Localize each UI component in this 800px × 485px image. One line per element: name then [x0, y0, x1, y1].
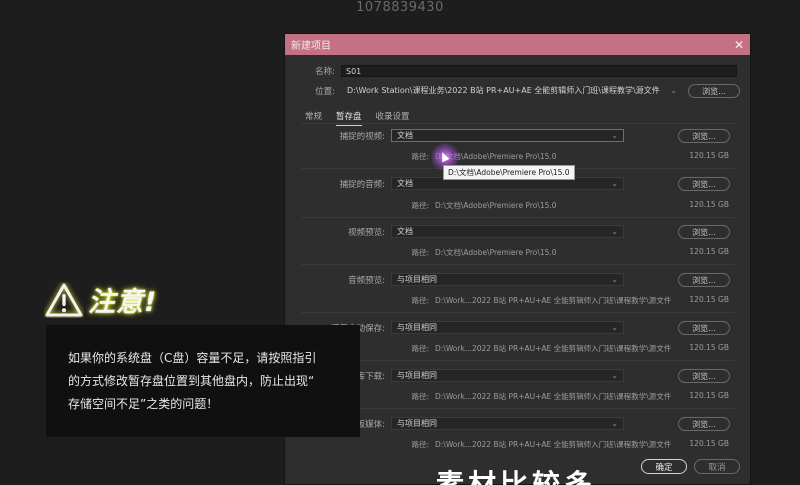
path-value: D:\Work...2022 B站 PR+AU+AE 全能剪辑师入门班\课程教学…: [435, 296, 672, 305]
notice-line: 存储空间不足”之类的问题！: [68, 397, 219, 411]
browse-button[interactable]: 浏览...: [678, 417, 730, 431]
scratch-dropdown[interactable]: 与项目相同 ⌄: [391, 417, 624, 430]
notice-box: 如果你的系统盘（C盘）容量不足，请按照指引 的方式修改暂存盘位置到其他盘内，防止…: [46, 325, 360, 437]
scratch-row-audio-previews: 音频预览: 与项目相同 ⌄: [285, 273, 624, 286]
row-divider: [301, 217, 734, 218]
chevron-down-icon: ⌄: [611, 371, 618, 380]
row-divider: [301, 264, 734, 265]
scratch-label: 捕捉的音频:: [339, 179, 385, 190]
close-icon[interactable]: ✕: [734, 39, 744, 51]
tab-divider: [301, 123, 734, 124]
chevron-down-icon: ⌄: [611, 419, 618, 428]
scratch-dropdown[interactable]: 与项目相同 ⌄: [391, 369, 624, 382]
scratch-dropdown[interactable]: 与项目相同 ⌄: [391, 273, 624, 286]
cancel-button[interactable]: 取消: [694, 459, 740, 474]
path-label: 路径:: [411, 440, 429, 449]
path-label: 路径:: [411, 392, 429, 401]
scratch-path: 路径: D:\Work...2022 B站 PR+AU+AE 全能剪辑师入门班\…: [393, 439, 671, 450]
browse-button[interactable]: 浏览...: [678, 369, 730, 383]
scratch-path: 路径: D:\Work...2022 B站 PR+AU+AE 全能剪辑师入门班\…: [393, 343, 671, 354]
scratch-value: 与项目相同: [397, 419, 437, 428]
scratch-value: 与项目相同: [397, 275, 437, 284]
scratch-path: 路径: D:\文档\Adobe\Premiere Pro\15.0: [393, 247, 557, 258]
location-row: 位置: D:\Work Station\课程业务\2022 B站 PR+AU+A…: [295, 84, 683, 97]
path-label: 路径:: [411, 248, 429, 257]
chevron-down-icon: ⌄: [670, 86, 677, 95]
scratch-row-captured-video: 捕捉的视频: 文档 ⌄: [285, 129, 624, 142]
watermark-id: 1078839430: [356, 0, 444, 15]
warning-title: 注意!: [88, 287, 158, 318]
warning-header: 注意!: [44, 280, 157, 319]
scratch-dropdown[interactable]: 文档 ⌄: [391, 225, 624, 238]
free-space: 120.15 GB: [689, 439, 729, 448]
scratch-dropdown[interactable]: 与项目相同 ⌄: [391, 321, 624, 334]
free-space: 120.15 GB: [689, 391, 729, 400]
scratch-value: 文档: [397, 227, 413, 236]
video-subtitle: 素材比较多: [436, 468, 597, 485]
chevron-down-icon: ⌄: [611, 275, 618, 284]
name-label: 名称:: [315, 67, 335, 77]
ok-button[interactable]: 确定: [641, 459, 687, 474]
path-value: D:\文档\Adobe\Premiere Pro\15.0: [435, 248, 557, 257]
location-label: 位置:: [315, 86, 335, 97]
path-tooltip: D:\文档\Adobe\Premiere Pro\15.0: [443, 165, 575, 180]
browse-button[interactable]: 浏览...: [678, 321, 730, 335]
location-dropdown[interactable]: D:\Work Station\课程业务\2022 B站 PR+AU+AE 全能…: [341, 84, 683, 97]
path-value: D:\文档\Adobe\Premiere Pro\15.0: [435, 201, 557, 210]
chevron-down-icon: ⌄: [611, 131, 618, 140]
chevron-down-icon: ⌄: [611, 179, 618, 188]
dialog-titlebar: 新建项目 ✕: [285, 34, 750, 55]
location-value: D:\Work Station\课程业务\2022 B站 PR+AU+AE 全能…: [347, 86, 660, 95]
scratch-path: 路径: D:\文档\Adobe\Premiere Pro\15.0: [393, 151, 556, 162]
browse-button[interactable]: 浏览...: [678, 177, 730, 191]
path-label: 路径:: [411, 344, 429, 353]
free-space: 120.15 GB: [689, 151, 729, 160]
scratch-value: 与项目相同: [397, 323, 437, 332]
path-label: 路径:: [411, 201, 429, 210]
scratch-value: 与项目相同: [397, 371, 437, 380]
scratch-path: 路径: D:\Work...2022 B站 PR+AU+AE 全能剪辑师入门班\…: [393, 295, 671, 306]
scratch-dropdown[interactable]: 文档 ⌄: [391, 129, 624, 142]
chevron-down-icon: ⌄: [611, 323, 618, 332]
dialog-title: 新建项目: [291, 41, 331, 52]
notice-line: 如果你的系统盘（C盘）容量不足，请按照指引: [68, 351, 317, 365]
row-divider: [301, 360, 734, 361]
path-label: 路径:: [411, 152, 429, 161]
scratch-value: 文档: [397, 131, 413, 140]
scratch-label: 音频预览:: [348, 275, 385, 286]
notice-line: 的方式修改暂存盘位置到其他盘内，防止出现“: [68, 374, 315, 388]
row-divider: [301, 408, 734, 409]
row-divider: [301, 312, 734, 313]
scratch-label: 视频预览:: [348, 227, 385, 238]
path-value: D:\Work...2022 B站 PR+AU+AE 全能剪辑师入门班\课程教学…: [435, 440, 672, 449]
location-browse-button[interactable]: 浏览...: [688, 84, 740, 98]
scratch-path: 路径: D:\文档\Adobe\Premiere Pro\15.0: [393, 200, 557, 211]
name-field[interactable]: S01: [341, 65, 737, 77]
chevron-down-icon: ⌄: [611, 227, 618, 236]
path-value: D:\Work...2022 B站 PR+AU+AE 全能剪辑师入门班\课程教学…: [435, 392, 672, 401]
name-row: 名称: S01: [295, 65, 737, 77]
browse-button[interactable]: 浏览...: [678, 273, 730, 287]
scratch-path: 路径: D:\Work...2022 B站 PR+AU+AE 全能剪辑师入门班\…: [393, 391, 671, 402]
browse-button[interactable]: 浏览...: [678, 129, 730, 143]
warning-triangle-icon: [45, 283, 83, 316]
free-space: 120.15 GB: [689, 247, 729, 256]
scratch-label: 捕捉的视频:: [339, 131, 385, 142]
path-label: 路径:: [411, 296, 429, 305]
path-value: D:\Work...2022 B站 PR+AU+AE 全能剪辑师入门班\课程教学…: [435, 344, 672, 353]
scratch-row-video-previews: 视频预览: 文档 ⌄: [285, 225, 624, 238]
free-space: 120.15 GB: [689, 295, 729, 304]
free-space: 120.15 GB: [689, 343, 729, 352]
free-space: 120.15 GB: [689, 200, 729, 209]
scratch-value: 文档: [397, 179, 413, 188]
browse-button[interactable]: 浏览...: [678, 225, 730, 239]
